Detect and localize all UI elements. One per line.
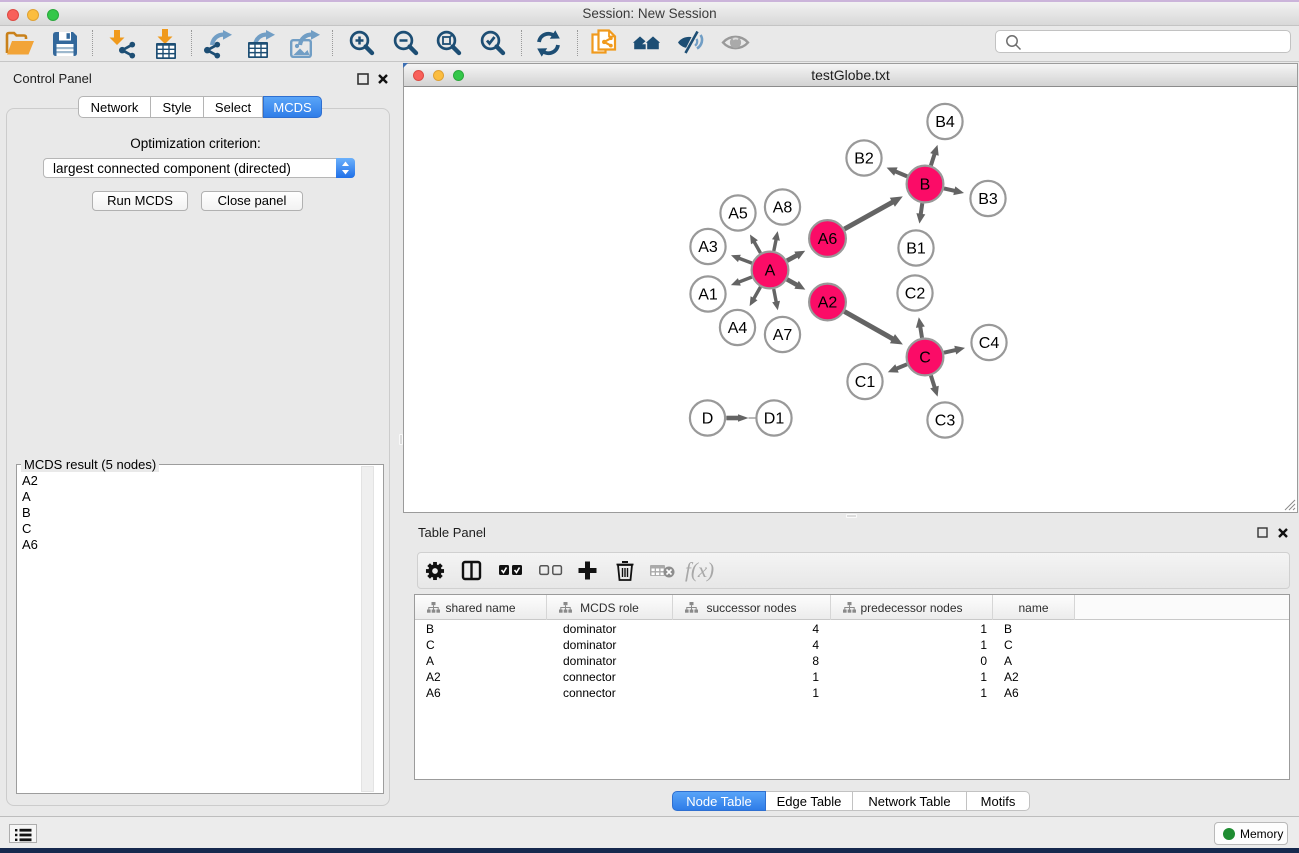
svg-text:C1: C1 <box>855 374 876 391</box>
svg-text:A: A <box>765 263 776 280</box>
svg-text:A8: A8 <box>773 200 793 217</box>
svg-text:B4: B4 <box>935 114 955 131</box>
svg-text:D1: D1 <box>764 411 785 428</box>
svg-text:B3: B3 <box>978 191 998 208</box>
svg-text:C: C <box>919 350 931 367</box>
svg-text:C3: C3 <box>935 413 956 430</box>
svg-text:A1: A1 <box>698 287 718 304</box>
svg-text:A7: A7 <box>773 327 793 344</box>
svg-text:C2: C2 <box>905 286 926 303</box>
svg-text:A3: A3 <box>698 239 718 256</box>
svg-text:A5: A5 <box>728 206 748 223</box>
svg-text:A4: A4 <box>728 320 748 337</box>
svg-text:C4: C4 <box>979 335 1000 352</box>
svg-text:A2: A2 <box>818 295 838 312</box>
svg-text:B1: B1 <box>906 241 926 258</box>
svg-text:B2: B2 <box>854 151 874 168</box>
svg-text:D: D <box>702 411 714 428</box>
svg-text:B: B <box>920 177 931 194</box>
svg-text:A6: A6 <box>818 231 838 248</box>
